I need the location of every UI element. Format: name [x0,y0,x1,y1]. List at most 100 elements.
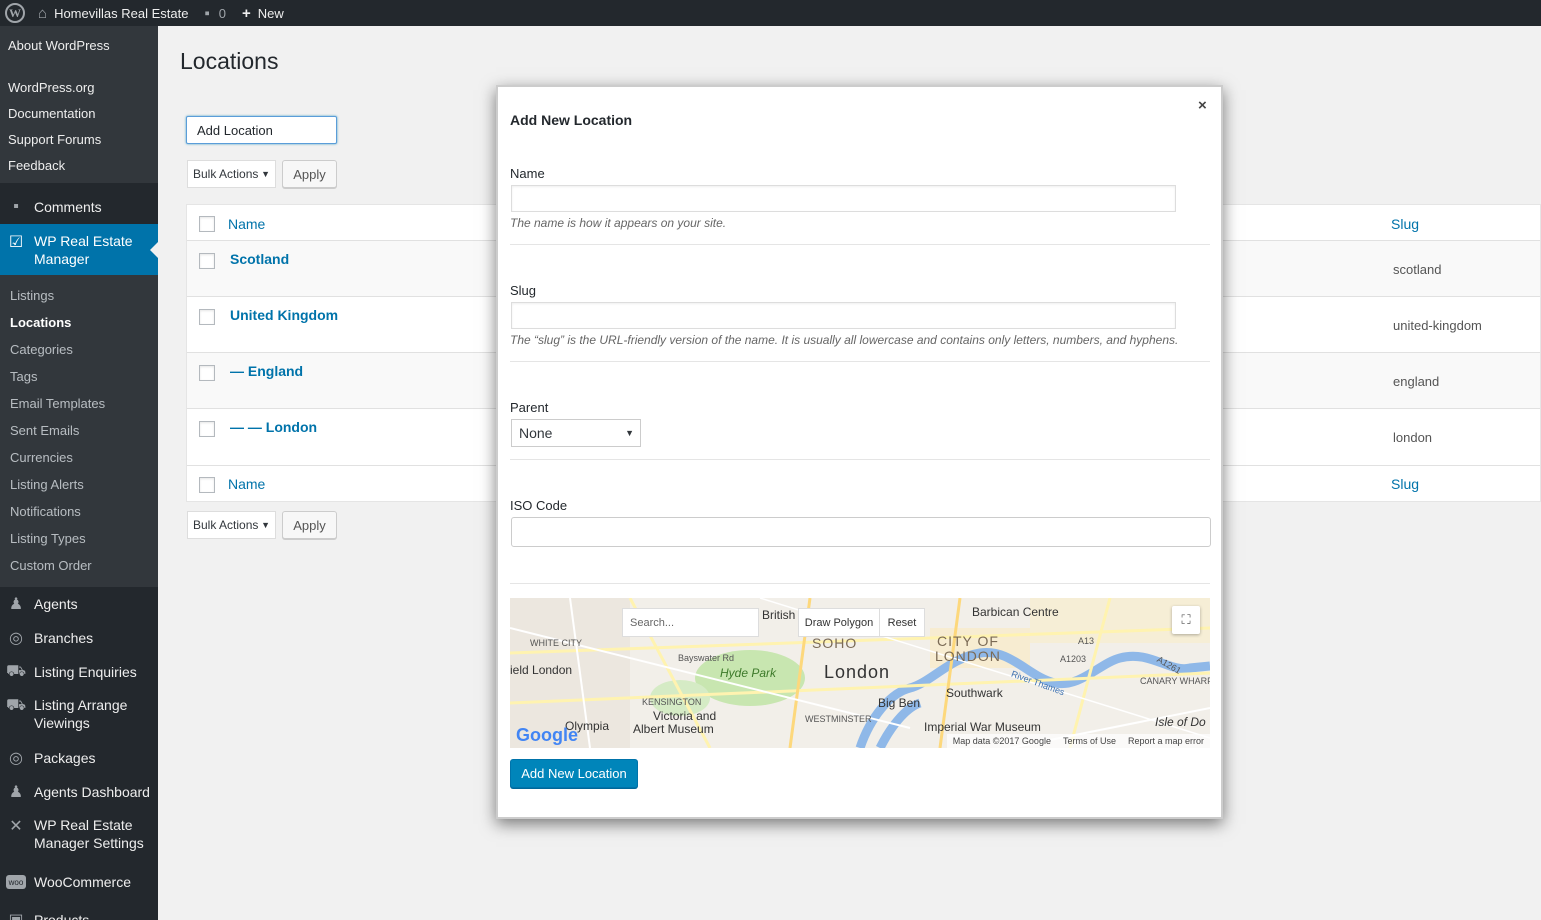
sidebar-item-wp-real-estate-manager[interactable]: ☑ WP Real Estate Manager [0,224,158,275]
divider [510,361,1210,362]
map-label: Albert Museum [633,722,714,736]
row-name-link[interactable]: — — London [230,419,317,435]
map-label: Isle of Do [1155,715,1206,729]
row-slug: england [1393,374,1440,389]
submenu-sent-emails[interactable]: Sent Emails [0,417,158,444]
row-slug: united-kingdom [1393,318,1482,333]
page-title: Locations [180,48,279,74]
submenu-custom-order[interactable]: Custom Order [0,552,158,579]
site-name-link[interactable]: ⌂ Homevillas Real Estate [30,0,196,26]
map-label: A13 [1078,636,1095,646]
bulk-actions-select-bottom[interactable]: Bulk Actions ▼ [187,511,276,539]
column-slug-footer[interactable]: Slug [1391,476,1419,492]
map-search-input[interactable]: Search... [622,608,759,637]
divider [510,244,1210,245]
slug-field[interactable] [511,302,1176,329]
map-label: A1203 [1060,654,1087,664]
sidebar-link-feedback[interactable]: Feedback [0,152,158,178]
submenu-listing-types[interactable]: Listing Types [0,525,158,552]
wordpress-links: WordPress.org Documentation Support Foru… [0,64,158,183]
map-label: LONDON [935,648,1001,664]
row-checkbox[interactable] [199,421,215,437]
submenu-notifications[interactable]: Notifications [0,498,158,525]
sidebar-item-agents-dashboard[interactable]: ♟ Agents Dashboard [0,775,158,809]
add-new-location-button[interactable]: Add New Location [510,759,638,788]
map-data-credit: Map data ©2017 Google [952,736,1051,746]
sidebar-link-support-forums[interactable]: Support Forums [0,126,158,152]
apply-button-top[interactable]: Apply [282,160,337,188]
terms-link[interactable]: Terms of Use [1063,736,1116,746]
fullscreen-icon[interactable]: ⛶ [1172,606,1200,634]
sidebar-link-wordpress-org[interactable]: WordPress.org [0,74,158,100]
sidebar-item-woocommerce[interactable]: woo WooCommerce [0,861,158,903]
map-label: CANARY WHARF [1140,676,1210,686]
sidebar-item-branches[interactable]: ◎ Branches [0,621,158,655]
comments-link[interactable]: ▪ 0 [196,0,234,26]
select-all-checkbox-bottom[interactable] [199,477,215,493]
sidebar-item-listing-arrange-viewings[interactable]: ⛟ Listing Arrange Viewings [0,689,158,741]
new-content-link[interactable]: + New [234,0,292,26]
submenu-currencies[interactable]: Currencies [0,444,158,471]
bulk-actions-select-top[interactable]: Bulk Actions ▼ [187,160,276,188]
iso-code-label: ISO Code [510,498,568,513]
bulk-actions-label: Bulk Actions [193,518,259,532]
sidebar-item-label: Branches [34,630,94,646]
divider [510,583,1210,584]
comments-count: 0 [218,5,227,21]
name-field[interactable] [511,185,1176,212]
add-location-button[interactable]: Add Location [186,116,337,144]
sidebar-item-label: WP Real Estate Manager [34,233,133,267]
submenu-listing-alerts[interactable]: Listing Alerts [0,471,158,498]
chevron-down-icon: ▼ [261,520,270,530]
row-checkbox[interactable] [199,253,215,269]
column-slug[interactable]: Slug [1391,216,1419,232]
submenu-listings[interactable]: Listings [0,282,158,309]
sidebar-item-agents[interactable]: ♟ Agents [0,587,158,621]
sidebar-item-comments[interactable]: ▪ Comments [0,190,158,224]
map-label: ield London [510,663,573,677]
row-slug: scotland [1393,262,1442,277]
wordpress-logo-icon[interactable]: W [0,0,30,26]
submenu-email-templates[interactable]: Email Templates [0,390,158,417]
column-name-footer[interactable]: Name [228,476,265,492]
report-error-link[interactable]: Report a map error [1128,736,1204,746]
slug-label: Slug [510,283,537,298]
submenu-locations[interactable]: Locations [0,309,158,336]
checkbox-icon: ☑ [8,234,24,251]
row-name-link[interactable]: Scotland [230,251,289,267]
row-checkbox[interactable] [199,365,215,381]
home-icon: ⌂ [38,4,48,22]
map-label: CITY OF [937,633,999,649]
comment-icon: ▪ [204,4,210,22]
close-icon[interactable]: × [1198,97,1207,114]
draw-polygon-button[interactable]: Draw Polygon [798,608,880,637]
sidebar-item-packages[interactable]: ◎ Packages [0,741,158,775]
sidebar-link-about[interactable]: About WordPress [0,32,158,58]
select-all-checkbox[interactable] [199,216,215,232]
admin-bar: W ⌂ Homevillas Real Estate ▪ 0 + New [0,0,1541,26]
sidebar-item-label: Packages [34,750,96,766]
map-label: Southwark [946,686,1003,700]
row-name-link[interactable]: — England [230,363,303,379]
iso-code-field[interactable] [511,517,1211,547]
parent-select[interactable]: None ▼ [511,419,641,447]
map-label: Big Ben [878,696,921,710]
sidebar-link-documentation[interactable]: Documentation [0,100,158,126]
column-name[interactable]: Name [228,216,265,232]
submenu-categories[interactable]: Categories [0,336,158,363]
admin-sidebar: About WordPress WordPress.org Documentat… [0,26,158,920]
about-submenu: About WordPress [0,26,158,64]
submenu-tags[interactable]: Tags [0,363,158,390]
apply-button-bottom[interactable]: Apply [282,511,337,539]
sidebar-item-listing-enquiries[interactable]: ⛟ Listing Enquiries [0,655,158,689]
sidebar-item-products[interactable]: ▣ Products [0,903,158,920]
sidebar-item-settings[interactable]: ✕ WP Real Estate Manager Settings [0,809,158,861]
map-city-label: London [824,662,891,682]
map-label: Bayswater Rd [678,653,735,663]
row-name-link[interactable]: United Kingdom [230,307,338,323]
map-reset-button[interactable]: Reset [879,608,925,637]
comment-icon: ▪ [13,198,19,215]
person-icon: ♟ [8,784,24,801]
row-checkbox[interactable] [199,309,215,325]
location-map[interactable]: WHITE CITY ield London Bayswater Rd Hyde… [510,598,1210,748]
